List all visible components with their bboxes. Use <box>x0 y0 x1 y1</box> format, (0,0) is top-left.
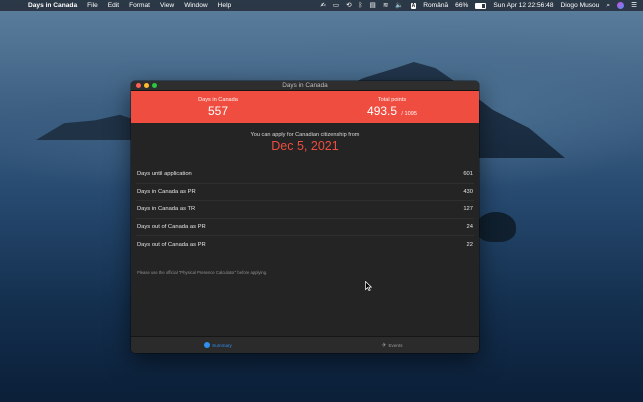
summary-icon <box>204 342 211 348</box>
total-points-label: Total points <box>377 97 407 103</box>
wifi-icon[interactable]: ≋ <box>383 0 389 11</box>
days-in-canada-label: Days in Canada <box>198 97 238 103</box>
menu-app-name[interactable]: Days in Canada <box>28 2 77 9</box>
app-window: Days in Canada Days in Canada 557 Total … <box>131 81 479 353</box>
status-area: ✍ ▭ ⟲ ᛒ ▤ ≋ 🔈 A Română 66% Sun Apr 12 22… <box>320 0 637 11</box>
zoom-window-button[interactable] <box>152 83 157 88</box>
time-machine-icon[interactable]: ⟲ <box>346 0 352 11</box>
stat-value: 430 <box>463 188 473 195</box>
tab-bar: Summary ✈ Events <box>131 336 479 353</box>
stat-row: Days in Canada as PR 430 <box>136 184 474 202</box>
total-points-value-line: 493.5 / 1095 <box>305 104 479 118</box>
mouse-cursor-icon <box>365 281 372 291</box>
siri-icon[interactable] <box>617 2 625 9</box>
menu-edit[interactable]: Edit <box>108 2 119 9</box>
bluetooth-icon[interactable]: ᛒ <box>359 0 363 11</box>
volume-icon[interactable]: 🔈 <box>395 0 403 11</box>
stat-row: Days in Canada as TR 127 <box>136 201 474 219</box>
stat-label: Days out of Canada as PR <box>137 224 206 231</box>
input-source-label[interactable]: Română <box>423 0 448 11</box>
total-points-value: 493.5 <box>367 103 398 118</box>
window-controls <box>136 83 157 88</box>
stat-row: Days until application 601 <box>136 166 474 184</box>
tab-events[interactable]: ✈ Events <box>305 342 479 349</box>
menu-file[interactable]: File <box>87 2 98 9</box>
total-points-max: / 1095 <box>401 110 417 117</box>
spotlight-search-icon[interactable]: ⌕ <box>606 0 610 11</box>
wallpaper-rock <box>476 212 516 242</box>
stat-row: Days out of Canada as PR 22 <box>136 236 474 253</box>
battery-icon[interactable] <box>475 2 487 9</box>
stat-value: 127 <box>463 206 473 213</box>
stats-list: Days until application 601 Days in Canad… <box>136 166 474 253</box>
menu-window[interactable]: Window <box>184 2 207 9</box>
stat-value: 601 <box>463 171 473 178</box>
application-date-block: You can apply for Canadian citizenship f… <box>131 123 479 166</box>
disclaimer-note: Please use the official "Physical Presen… <box>137 269 268 275</box>
tab-events-label: Events <box>388 342 403 348</box>
user-name[interactable]: Diogo Musou <box>561 0 600 11</box>
tab-summary[interactable]: Summary <box>131 342 305 348</box>
plane-icon: ✈ <box>381 342 387 349</box>
minimize-window-button[interactable] <box>144 83 149 88</box>
apply-date: Dec 5, 2021 <box>271 139 339 153</box>
tab-summary-label: Summary <box>212 342 232 348</box>
notification-center-icon[interactable]: ☰ <box>631 0 637 11</box>
window-titlebar[interactable]: Days in Canada <box>131 81 479 91</box>
stat-label: Days in Canada as TR <box>137 206 196 213</box>
stat-value: 22 <box>466 241 473 248</box>
menu-bar: Days in Canada File Edit Format View Win… <box>0 0 643 11</box>
stat-label: Days in Canada as PR <box>137 188 196 195</box>
menu-view[interactable]: View <box>160 2 174 9</box>
stat-label: Days until application <box>137 171 192 178</box>
battery-percent[interactable]: 66% <box>455 0 468 11</box>
close-window-button[interactable] <box>136 83 141 88</box>
menu-format[interactable]: Format <box>129 2 150 9</box>
airplay-display-icon[interactable]: ▭ <box>333 0 339 11</box>
stat-row: Days out of Canada as PR 24 <box>136 219 474 237</box>
clock[interactable]: Sun Apr 12 22:56:48 <box>493 0 553 11</box>
days-in-canada-value: 557 <box>207 103 229 118</box>
control-center-icon[interactable]: ▤ <box>370 0 376 11</box>
total-points-card: Total points 493.5 / 1095 <box>305 91 479 123</box>
stat-label: Days out of Canada as PR <box>137 241 206 248</box>
days-in-canada-card: Days in Canada 557 <box>131 91 305 123</box>
signature-icon[interactable]: ✍ <box>320 0 326 11</box>
window-title: Days in Canada <box>282 82 328 89</box>
menu-help[interactable]: Help <box>218 2 232 9</box>
summary-hero: Days in Canada 557 Total points 493.5 / … <box>131 91 479 123</box>
keyboard-input-badge[interactable]: A <box>410 2 417 9</box>
stat-value: 24 <box>466 224 473 231</box>
apply-caption: You can apply for Canadian citizenship f… <box>250 132 360 138</box>
